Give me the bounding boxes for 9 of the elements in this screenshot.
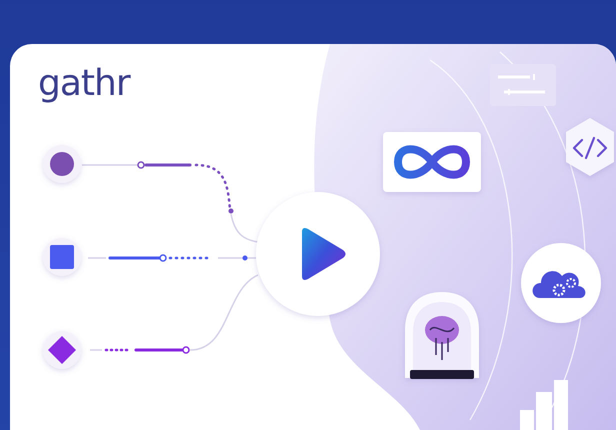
cloud-gear-icon: [521, 243, 601, 323]
infinity-icon: [383, 132, 481, 192]
panel-icon: [490, 64, 556, 106]
building-drawing: [520, 380, 568, 430]
brain-jar-icon: [405, 292, 479, 379]
circle-node: [43, 145, 81, 183]
code-icon: [566, 118, 614, 176]
play-button[interactable]: [256, 192, 380, 316]
logo: gathr: [38, 64, 130, 104]
